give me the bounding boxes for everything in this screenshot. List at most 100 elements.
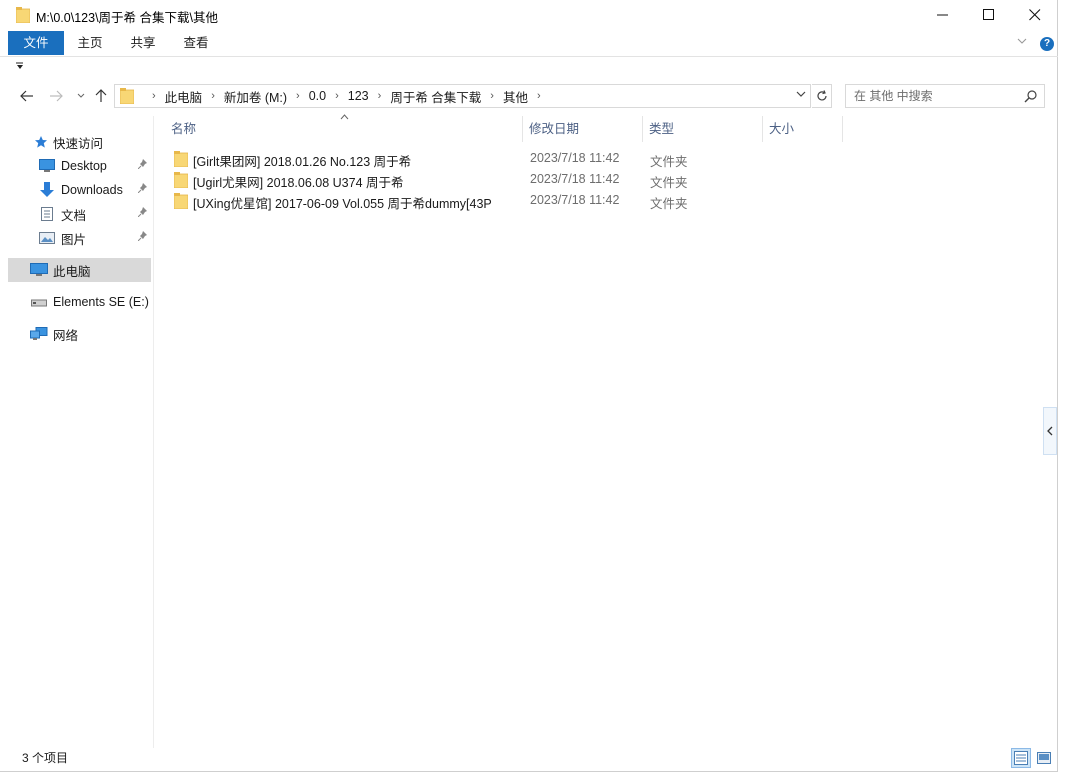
file-name: [UXing优星馆] 2017-06-09 Vol.055 周于希dummy[4… bbox=[193, 197, 492, 211]
file-type: 文件夹 bbox=[650, 197, 688, 211]
file-date: 2023/7/18 11:42 bbox=[530, 193, 620, 207]
nav-item-label: 文档 bbox=[61, 208, 87, 223]
file-date: 2023/7/18 11:42 bbox=[530, 172, 620, 186]
downloads-icon bbox=[38, 181, 56, 199]
nav-item-label: Desktop bbox=[61, 159, 107, 173]
file-name: [Ugirl尤果网] 2018.06.08 U374 周于希 bbox=[193, 176, 404, 190]
close-icon bbox=[1029, 9, 1041, 21]
folder-icon bbox=[15, 7, 31, 24]
address-bar[interactable]: › 此电脑 › 新加卷 (M:) › 0.0 › 123 › 周于希 合集下载 … bbox=[114, 84, 811, 108]
search-input[interactable] bbox=[854, 88, 1014, 104]
breadcrumb-this-pc[interactable]: 此电脑 bbox=[165, 87, 203, 106]
nav-this-pc-label: 此电脑 bbox=[53, 264, 91, 279]
file-name: [Girlt果团网] 2018.01.26 No.123 周于希 bbox=[193, 155, 412, 169]
chevron-right-icon[interactable]: › bbox=[537, 90, 541, 102]
chevron-right-icon[interactable]: › bbox=[378, 90, 382, 102]
forward-button[interactable] bbox=[46, 86, 66, 106]
folder-icon bbox=[119, 88, 135, 107]
large-icons-view-icon bbox=[1037, 752, 1051, 764]
refresh-button[interactable] bbox=[812, 84, 832, 108]
chevron-right-icon[interactable]: › bbox=[152, 90, 156, 102]
pictures-icon bbox=[38, 229, 56, 247]
up-arrow-icon bbox=[95, 89, 107, 102]
forward-arrow-icon bbox=[50, 90, 63, 102]
tab-view[interactable]: 查看 bbox=[172, 31, 220, 55]
ribbon-tabs: 文件 主页 共享 查看 ? bbox=[0, 31, 1058, 57]
nav-item-downloads[interactable]: Downloads bbox=[8, 178, 151, 202]
nav-item-pictures[interactable]: 图片 bbox=[8, 226, 151, 250]
pin-icon[interactable] bbox=[137, 231, 148, 244]
search-icon[interactable] bbox=[1024, 89, 1038, 106]
nav-item-label: Downloads bbox=[61, 183, 123, 197]
nav-drive-elements[interactable]: Elements SE (E:) bbox=[8, 290, 151, 314]
folder-icon bbox=[173, 193, 189, 212]
explorer-window: M:\0.0\123\周于希 合集下载\其他 文件 主页 共享 查看 ? › 此… bbox=[0, 0, 1058, 772]
large-icons-view-button[interactable] bbox=[1034, 748, 1054, 768]
back-arrow-icon bbox=[20, 90, 33, 102]
chevron-right-icon[interactable]: › bbox=[211, 90, 215, 102]
nav-network-label: 网络 bbox=[53, 328, 79, 343]
column-header-date[interactable]: 修改日期 bbox=[523, 116, 643, 142]
refresh-icon bbox=[816, 90, 827, 101]
address-dropdown-icon[interactable] bbox=[796, 89, 806, 100]
search-box[interactable] bbox=[845, 84, 1045, 108]
nav-quick-access-label: 快速访问 bbox=[53, 136, 104, 151]
drive-icon bbox=[30, 293, 48, 311]
breadcrumb: › 此电脑 › 新加卷 (M:) › 0.0 › 123 › 周于希 合集下载 … bbox=[143, 85, 550, 107]
navigation-pane: 快速访问 Desktop Downloads 文档 图片 此电脑 Element… bbox=[8, 116, 154, 748]
maximize-button[interactable] bbox=[966, 0, 1012, 30]
nav-drive-label: Elements SE (E:) bbox=[53, 295, 149, 309]
quick-access-toolbar-icon[interactable] bbox=[16, 62, 24, 72]
nav-item-desktop[interactable]: Desktop bbox=[8, 154, 151, 178]
nav-quick-access[interactable]: 快速访问 bbox=[8, 130, 151, 154]
chevron-right-icon[interactable]: › bbox=[335, 90, 339, 102]
column-header-name[interactable]: 名称 bbox=[165, 116, 523, 142]
file-type: 文件夹 bbox=[650, 176, 688, 190]
documents-icon bbox=[38, 205, 56, 223]
pin-icon[interactable] bbox=[137, 207, 148, 220]
breadcrumb-volume[interactable]: 新加卷 (M:) bbox=[224, 87, 287, 106]
computer-icon bbox=[30, 261, 48, 279]
breadcrumb-folder-123[interactable]: 123 bbox=[348, 89, 369, 103]
tab-home[interactable]: 主页 bbox=[66, 31, 114, 55]
maximize-icon bbox=[983, 9, 994, 20]
details-view-icon bbox=[1014, 751, 1028, 765]
recent-locations-button[interactable] bbox=[71, 86, 91, 106]
nav-network[interactable]: 网络 bbox=[8, 322, 151, 346]
minimize-button[interactable] bbox=[920, 0, 966, 30]
pin-icon[interactable] bbox=[137, 183, 148, 196]
column-header-type[interactable]: 类型 bbox=[643, 116, 763, 142]
file-date: 2023/7/18 11:42 bbox=[530, 151, 620, 165]
up-button[interactable] bbox=[91, 86, 111, 106]
breadcrumb-folder-other[interactable]: 其他 bbox=[503, 87, 528, 106]
tab-file[interactable]: 文件 bbox=[8, 31, 64, 55]
file-row[interactable]: [Girlt果团网] 2018.01.26 No.123 周于希 2023/7/… bbox=[170, 148, 830, 169]
chevron-right-icon[interactable]: › bbox=[296, 90, 300, 102]
star-icon bbox=[32, 133, 50, 151]
chevron-right-icon[interactable]: › bbox=[490, 90, 494, 102]
title-bar[interactable]: M:\0.0\123\周于希 合集下载\其他 bbox=[0, 0, 1058, 30]
preview-pane-toggle[interactable] bbox=[1043, 407, 1057, 455]
folder-icon bbox=[173, 172, 189, 191]
column-header-size[interactable]: 大小 bbox=[763, 116, 843, 142]
nav-this-pc[interactable]: 此电脑 bbox=[8, 258, 151, 282]
expand-ribbon-icon[interactable] bbox=[1017, 36, 1027, 47]
close-button[interactable] bbox=[1012, 0, 1058, 30]
folder-icon bbox=[173, 151, 189, 170]
back-button[interactable] bbox=[17, 86, 37, 106]
details-view-button[interactable] bbox=[1011, 748, 1031, 768]
window-title: M:\0.0\123\周于希 合集下载\其他 bbox=[36, 11, 218, 25]
network-icon bbox=[30, 325, 48, 343]
file-row[interactable]: [UXing优星馆] 2017-06-09 Vol.055 周于希dummy[4… bbox=[170, 190, 830, 211]
breadcrumb-folder-0-0[interactable]: 0.0 bbox=[309, 89, 326, 103]
help-icon[interactable]: ? bbox=[1040, 37, 1054, 51]
nav-item-documents[interactable]: 文档 bbox=[8, 202, 151, 226]
nav-item-label: 图片 bbox=[61, 232, 87, 247]
file-row[interactable]: [Ugirl尤果网] 2018.06.08 U374 周于希 2023/7/18… bbox=[170, 169, 830, 190]
breadcrumb-folder-collection[interactable]: 周于希 合集下载 bbox=[390, 87, 481, 106]
minimize-icon bbox=[937, 14, 948, 16]
tab-share[interactable]: 共享 bbox=[119, 31, 167, 55]
desktop-icon bbox=[38, 157, 56, 175]
item-count: 3 个项目 bbox=[22, 751, 69, 765]
pin-icon[interactable] bbox=[137, 159, 148, 172]
